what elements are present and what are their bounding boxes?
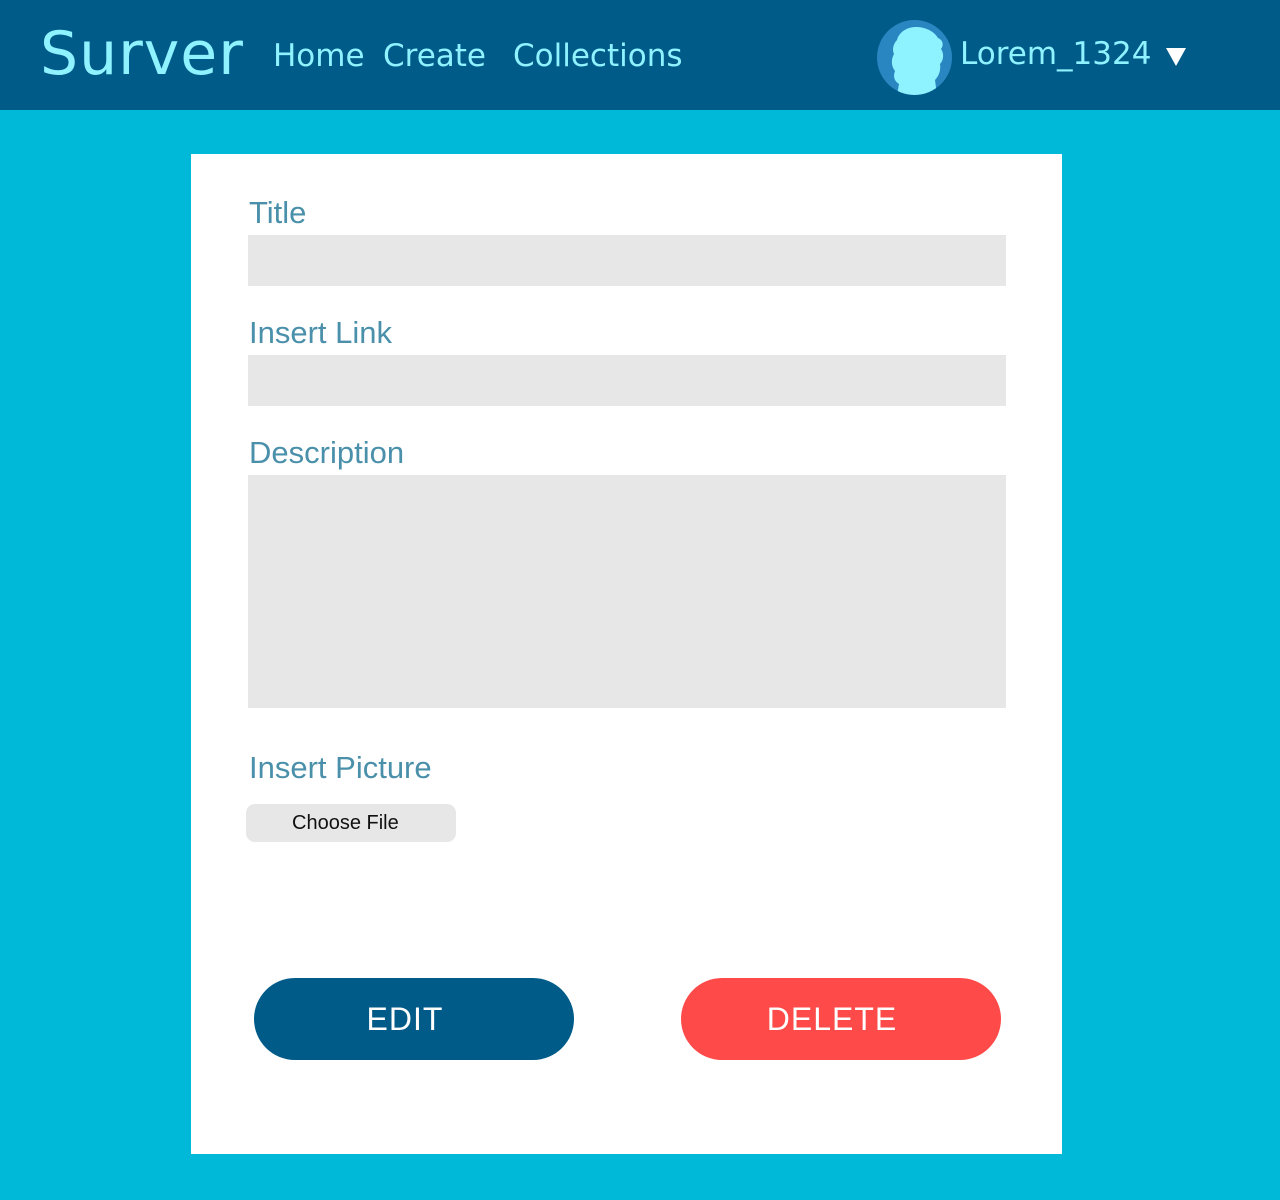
title-label: Title [249, 195, 307, 230]
insert-link-input[interactable] [248, 355, 1006, 406]
nav-link-collections[interactable]: Collections [513, 36, 683, 76]
edit-button[interactable]: EDIT [254, 978, 574, 1060]
top-navbar: Surver Home Create Collections Lorem_132… [0, 0, 1280, 110]
username[interactable]: Lorem_1324 [960, 34, 1151, 74]
delete-button[interactable]: DELETE [681, 978, 1001, 1060]
nav-link-create[interactable]: Create [383, 36, 486, 76]
choose-file-button[interactable]: Choose File [246, 804, 456, 842]
user-silhouette-icon [891, 27, 944, 95]
description-label: Description [249, 435, 405, 470]
brand-logo[interactable]: Surver [40, 18, 244, 90]
edit-post-card: Title Insert Link Description Insert Pic… [191, 154, 1062, 1154]
title-input[interactable] [248, 235, 1006, 286]
description-textarea[interactable] [248, 475, 1006, 708]
nav-link-home[interactable]: Home [273, 36, 365, 76]
caret-down-icon[interactable] [1166, 48, 1186, 66]
avatar[interactable] [877, 20, 952, 95]
insert-picture-label: Insert Picture [249, 750, 432, 785]
insert-link-label: Insert Link [249, 315, 393, 350]
